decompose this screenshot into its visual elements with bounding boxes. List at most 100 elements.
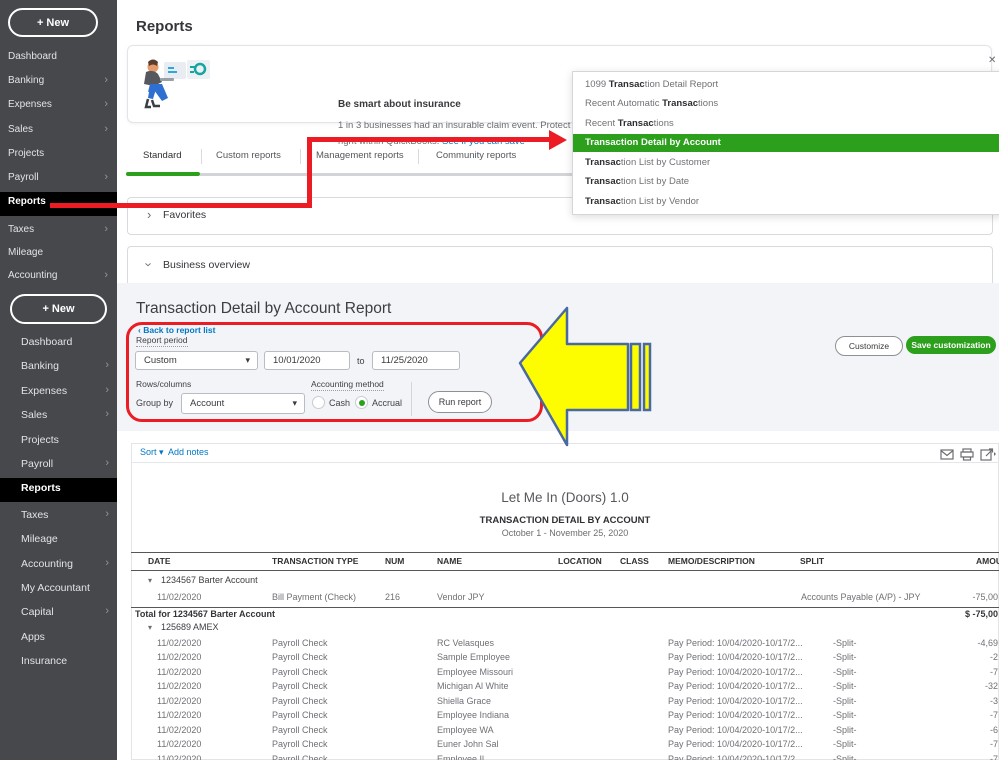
cell-split: -Split- [833, 754, 857, 760]
menu-item-recent-automatic-transactions[interactable]: Recent Automatic Transactions [573, 94, 999, 113]
cell-amount: -7 [989, 667, 998, 677]
table-row: 11/02/2020 Payroll Check Employee Il Pay… [0, 754, 999, 760]
col-class[interactable]: CLASS [620, 556, 649, 566]
sidebar-item-banking[interactable]: Banking › [0, 356, 117, 378]
table-row: 11/02/2020 Payroll Check Euner John Sal … [0, 739, 999, 753]
table-row: 11/02/2020 Payroll Check Employee Missou… [0, 667, 999, 681]
col-amount[interactable]: AMOUNT [976, 556, 999, 566]
cell-amount: -3 [989, 696, 998, 706]
cell-split: -Split- [833, 638, 857, 648]
cell-memo: Pay Period: 10/04/2020-10/17/2... [668, 754, 803, 760]
sidebar-item-my-accountant[interactable]: My Accountant [0, 578, 117, 600]
toolbar-divider [131, 462, 999, 463]
sidebar-item-mileage[interactable]: Mileage [0, 243, 117, 265]
tab-custom-reports[interactable]: Custom reports [216, 150, 281, 161]
sidebar-item-accounting[interactable]: Accounting › [0, 554, 117, 576]
sidebar-item-projects[interactable]: Projects [0, 430, 117, 452]
cell-split: -Split- [833, 681, 857, 691]
sidebar-item-expenses[interactable]: Expenses › [0, 95, 117, 117]
sidebar-item-dashboard[interactable]: Dashboard [0, 47, 117, 69]
tab-management-reports[interactable]: Management reports [316, 150, 404, 161]
cell-name: Shiella Grace [437, 696, 492, 706]
col-location[interactable]: LOCATION [558, 556, 602, 566]
cell-transaction-type: Payroll Check [272, 754, 328, 760]
cell-amount: -32 [984, 681, 998, 691]
new-button[interactable]: + New [8, 8, 98, 37]
tab-divider [201, 149, 202, 164]
table-row: 11/02/2020 Payroll Check Employee WA Pay… [0, 725, 999, 739]
tab-standard[interactable]: Standard [143, 150, 182, 161]
table-border [131, 552, 999, 553]
annotation-red-line [50, 203, 312, 208]
cell-name: RC Velasques [437, 638, 495, 648]
sidebar-item-taxes[interactable]: Taxes › [0, 220, 117, 242]
sidebar-item-dashboard[interactable]: Dashboard [0, 332, 117, 354]
cell-memo: Pay Period: 10/04/2020-10/17/2... [668, 725, 803, 735]
sidebar-item-insurance[interactable]: Insurance [0, 651, 117, 673]
annotation-red-line [307, 137, 550, 142]
menu-item-recent-transactions[interactable]: Recent Transactions [573, 114, 999, 133]
cell-split: -Split- [833, 725, 857, 735]
add-notes-link[interactable]: Add notes [168, 447, 209, 457]
close-icon[interactable]: ✕ [988, 55, 996, 66]
collapse-triangle-icon[interactable]: ▾ [148, 623, 152, 632]
cell-name: Michigan Al White [437, 681, 509, 691]
business-overview-section[interactable]: › Business overview [127, 246, 993, 284]
collapse-triangle-icon[interactable]: ▾ [148, 576, 152, 585]
col-num[interactable]: NUM [385, 556, 404, 566]
chevron-right-icon: › [105, 605, 109, 617]
sidebar-item-payroll[interactable]: Payroll › [0, 168, 117, 190]
cell-amount: -75,00 [972, 592, 998, 602]
cell-date: 11/02/2020 [157, 681, 202, 691]
menu-item-transaction-detail-by-account[interactable]: Transaction Detail by Account [573, 134, 999, 152]
new-button[interactable]: + New [10, 294, 107, 324]
tab-community-reports[interactable]: Community reports [436, 150, 516, 161]
table-border [131, 607, 999, 608]
sidebar-item-banking[interactable]: Banking › [0, 71, 117, 93]
cell-split: Accounts Payable (A/P) - JPY [801, 592, 921, 602]
chevron-right-icon: › [147, 207, 152, 222]
save-customization-button[interactable]: Save customization [906, 336, 996, 354]
cell-date: 11/02/2020 [157, 667, 202, 677]
col-date[interactable]: DATE [148, 556, 171, 566]
sidebar-item-sales[interactable]: Sales › [0, 405, 117, 427]
caret-down-icon: ▾ [159, 447, 164, 457]
sidebar-item-reports[interactable]: Reports [0, 478, 117, 502]
cell-date: 11/02/2020 [157, 739, 202, 749]
chevron-right-icon: › [105, 359, 109, 371]
sidebar-bottom: + New Dashboard Banking › Expenses › Sales… [0, 283, 117, 760]
favorites-label: Favorites [163, 209, 207, 221]
customize-button[interactable]: Customize [835, 336, 903, 356]
col-split[interactable]: SPLIT [800, 556, 824, 566]
email-icon[interactable] [940, 448, 954, 461]
banner-title: Be smart about insurance [338, 99, 461, 110]
annotation-red-arrowhead [549, 130, 567, 150]
sidebar-item-sales[interactable]: Sales › [0, 120, 117, 142]
menu-item-transaction-list-by-date[interactable]: Transaction List by Date [573, 172, 999, 191]
sidebar-item-expenses[interactable]: Expenses › [0, 381, 117, 403]
sidebar-item-taxes[interactable]: Taxes › [0, 505, 117, 527]
cell-name: Euner John Sal [437, 739, 499, 749]
sidebar-item-projects[interactable]: Projects [0, 144, 117, 166]
tab-divider [418, 149, 419, 164]
menu-item-1099-transaction-detail[interactable]: 1099 Transaction Detail Report [573, 75, 999, 94]
printer-icon[interactable] [960, 448, 974, 461]
sidebar-item-payroll[interactable]: Payroll › [0, 454, 117, 476]
cell-name: Employee Missouri [437, 667, 514, 677]
cell-date: 11/02/2020 [157, 710, 202, 720]
col-memo-description[interactable]: MEMO/DESCRIPTION [668, 556, 755, 566]
table-row: 11/02/2020 Payroll Check Shiella Grace P… [0, 696, 999, 710]
cell-memo: Pay Period: 10/04/2020-10/17/2... [668, 681, 803, 691]
sort-control[interactable]: Sort ▾ [140, 447, 164, 458]
export-icon[interactable] [980, 448, 996, 461]
sidebar-item-apps[interactable]: Apps [0, 627, 117, 649]
menu-item-transaction-list-by-customer[interactable]: Transaction List by Customer [573, 153, 999, 172]
total-label: Total for 1234567 Barter Account [135, 609, 276, 619]
sidebar-item-capital[interactable]: Capital › [0, 602, 117, 624]
sidebar-item-mileage[interactable]: Mileage [0, 529, 117, 551]
col-name[interactable]: NAME [437, 556, 462, 566]
cell-transaction-type: Payroll Check [272, 681, 328, 691]
col-transaction-type[interactable]: TRANSACTION TYPE [272, 556, 358, 566]
cell-date: 11/02/2020 [157, 754, 202, 760]
menu-item-transaction-list-by-vendor[interactable]: Transaction List by Vendor [573, 192, 999, 211]
